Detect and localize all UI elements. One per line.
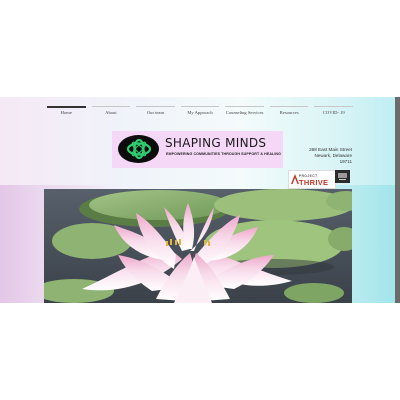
infinity-knot-icon bbox=[126, 138, 151, 160]
address-block: 288 East Main Street Newark, Delaware 19… bbox=[309, 147, 352, 165]
nav-about[interactable]: About bbox=[91, 106, 131, 120]
nav-home[interactable]: Home bbox=[47, 106, 86, 120]
website-viewport: Home About Our team My Approach Counseli… bbox=[0, 97, 400, 303]
site-title: SHAPING MINDS bbox=[165, 136, 267, 150]
nav-my-approach[interactable]: My Approach bbox=[180, 106, 220, 120]
hero-image bbox=[44, 189, 352, 303]
main-navigation: Home About Our team My Approach Counseli… bbox=[44, 106, 356, 120]
badge-line2: THRIVE bbox=[299, 178, 329, 187]
scrollbar[interactable] bbox=[395, 97, 400, 303]
lotus-flower-image bbox=[44, 189, 352, 303]
partner-logo-icon bbox=[338, 173, 347, 180]
nav-resources[interactable]: Resources bbox=[269, 106, 309, 120]
nav-our-team[interactable]: Our team bbox=[136, 106, 175, 120]
partner-badge[interactable] bbox=[335, 170, 350, 183]
address-zip: 19711 bbox=[339, 159, 352, 164]
logo-emblem bbox=[118, 135, 159, 163]
site-tagline: EMPOWERING COMMUNITIES THROUGH SUPPORT &… bbox=[166, 152, 282, 156]
nav-covid-19[interactable]: COVID- 19 bbox=[314, 106, 354, 120]
site-logo[interactable]: SHAPING MINDS EMPOWERING COMMUNITIES THR… bbox=[112, 131, 283, 168]
project-thrive-badge[interactable]: PROJECT THRIVE bbox=[288, 170, 336, 189]
nav-counseling-services[interactable]: Counseling Services bbox=[225, 106, 264, 120]
thrive-arrow-icon bbox=[291, 174, 299, 184]
